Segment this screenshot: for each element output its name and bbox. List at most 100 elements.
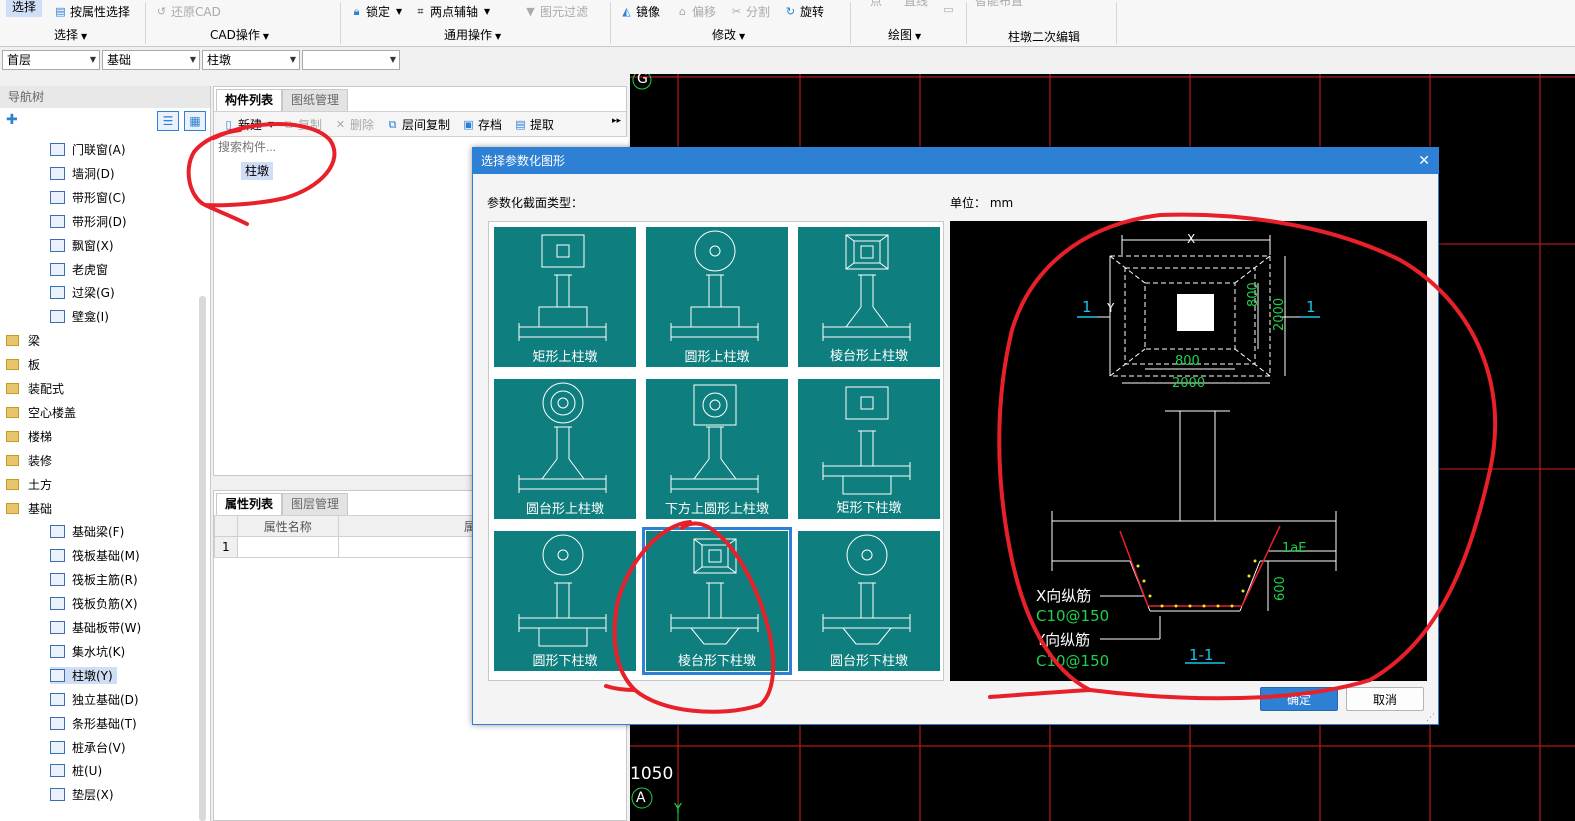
element-filter-button[interactable]: ▼ 图元过滤 xyxy=(524,3,588,20)
ribbon-separator xyxy=(340,2,341,44)
tab-layer-management[interactable]: 图层管理 xyxy=(282,493,349,515)
more-icon[interactable]: ▸▸ xyxy=(612,116,621,126)
nav-tree-item[interactable]: 壁龛(I) xyxy=(50,308,113,325)
line-button[interactable]: 直线 xyxy=(904,0,928,9)
nav-tree-item[interactable]: 独立基础(D) xyxy=(50,691,143,708)
type-combo[interactable]: 柱墩 ▼ xyxy=(202,50,300,70)
mirror-button[interactable]: ◭ 镜像 xyxy=(620,3,660,20)
dormer-icon xyxy=(50,262,65,276)
group-draw-label[interactable]: 绘图 ▼ xyxy=(888,26,921,43)
strip-opening-icon xyxy=(50,214,65,228)
shape-option-tile[interactable]: 圆台形上柱墩 xyxy=(494,379,636,519)
dim-2000-side: 2000 xyxy=(1272,297,1287,331)
lock-button[interactable]: 🔒︎ 锁定 ▼ xyxy=(350,3,403,20)
shape-option-tile[interactable]: 圆形上柱墩 xyxy=(646,227,788,367)
shape-option-tile[interactable]: 下方上圆形上柱墩 xyxy=(646,379,788,519)
nav-folder-item[interactable]: 基础 xyxy=(6,500,56,517)
nav-tree-item[interactable]: 过梁(G) xyxy=(50,284,119,301)
nav-tree-item[interactable]: 基础板带(W) xyxy=(50,619,145,636)
nav-tree-item[interactable]: 老虎窗 xyxy=(50,261,112,278)
grid-view-icon[interactable]: ▦ xyxy=(184,111,206,131)
nav-folder-item[interactable]: 楼梯 xyxy=(6,428,56,445)
row-index: 1 xyxy=(214,536,238,558)
smart-layout-button[interactable]: 智能布置 xyxy=(975,0,1023,9)
select-button[interactable]: 选择 xyxy=(6,0,43,17)
nav-tree-item[interactable]: 带形洞(D) xyxy=(50,213,131,230)
tab-component-list[interactable]: 构件列表 xyxy=(216,89,283,111)
nav-folder-item[interactable]: 土方 xyxy=(6,476,56,493)
shape-option-label: 圆台形上柱墩 xyxy=(525,502,604,517)
list-view-icon[interactable]: ☰ xyxy=(157,111,179,131)
nav-tree-item[interactable]: 柱墩(Y) xyxy=(50,666,117,684)
delete-icon: ✕ xyxy=(335,118,346,131)
nav-tree-item[interactable]: 集水坑(K) xyxy=(50,643,129,660)
copy-button[interactable]: ⧉ 复制 xyxy=(282,116,322,133)
archive-button[interactable]: ▣ 存档 xyxy=(462,116,502,133)
shape-option-tile[interactable]: 矩形下柱墩 xyxy=(798,379,940,519)
strip-window-icon xyxy=(50,190,65,204)
category-combo[interactable]: 基础 ▼ xyxy=(102,50,200,70)
restore-cad-button[interactable]: ↺ 还原CAD xyxy=(155,3,221,20)
ribbon-separator xyxy=(850,2,851,44)
group-modify-label[interactable]: 修改 ▼ xyxy=(712,26,745,43)
nav-item-label: 筏板负筋(X) xyxy=(72,597,138,612)
nav-folder-item[interactable]: 装修 xyxy=(6,452,56,469)
raft-main-rebar-icon xyxy=(50,573,65,587)
nav-tree-item[interactable]: 飘窗(X) xyxy=(50,237,118,254)
offset-button[interactable]: ⌂ 偏移 xyxy=(676,3,716,20)
new-button[interactable]: ▯ 新建 ▼ xyxy=(222,116,274,133)
shape-option-tile[interactable]: 棱台形下柱墩 xyxy=(642,527,792,675)
y-bar-value: C10@150 xyxy=(1036,652,1110,670)
nav-tree-item[interactable]: 桩承台(V) xyxy=(50,739,130,756)
sump-pit-icon xyxy=(50,644,65,658)
component-combo[interactable]: ▼ xyxy=(302,50,400,70)
nav-tree-item[interactable]: 垫层(X) xyxy=(50,786,118,803)
nav-tree-item[interactable]: 桩(U) xyxy=(50,762,106,779)
nav-item-label: 梁 xyxy=(28,334,41,349)
nav-tree-item[interactable]: 筏板基础(M) xyxy=(50,547,144,564)
add-pin-icon[interactable]: ✚ xyxy=(6,112,18,128)
tab-drawing-management[interactable]: 图纸管理 xyxy=(282,89,349,111)
nav-folder-item[interactable]: 空心楼盖 xyxy=(6,404,80,421)
shape-option-label: 圆台形下柱墩 xyxy=(829,654,908,669)
nav-folder-item[interactable]: 梁 xyxy=(6,332,44,349)
group-select-label[interactable]: 选择 ▼ xyxy=(54,26,87,43)
split-icon: ✂ xyxy=(731,5,742,18)
nav-tree-item[interactable]: 基础梁(F) xyxy=(50,523,128,540)
shape-option-tile[interactable]: 矩形上柱墩 xyxy=(494,227,636,367)
cancel-button[interactable]: 取消 xyxy=(1346,687,1424,711)
group-cad-label[interactable]: CAD操作 ▼ xyxy=(210,26,269,43)
extract-button[interactable]: ▤ 提取 xyxy=(514,116,554,133)
tab-property-list[interactable]: 属性列表 xyxy=(216,493,283,515)
resize-grip-icon[interactable]: ⋰ xyxy=(1426,713,1435,723)
nav-tree-item[interactable]: 筏板负筋(X) xyxy=(50,595,142,612)
shape-option-tile[interactable]: 圆台形下柱墩 xyxy=(798,531,940,671)
close-icon[interactable]: ✕ xyxy=(1418,148,1430,174)
group-common-label[interactable]: 通用操作 ▼ xyxy=(444,26,501,43)
point-button[interactable]: 点 xyxy=(870,0,882,9)
nav-tree-item[interactable]: 条形基础(T) xyxy=(50,715,141,732)
nav-tree-item[interactable]: 筏板主筋(R) xyxy=(50,571,142,588)
two-point-axis-button[interactable]: ⌗ 两点辅轴 ▼ xyxy=(414,3,490,20)
shape-option-tile[interactable]: 圆形下柱墩 xyxy=(494,531,636,671)
split-button[interactable]: ✂ 分割 xyxy=(730,3,770,20)
shape-option-tile[interactable]: 棱台形上柱墩 xyxy=(798,227,940,367)
nav-tree-item[interactable]: 带形窗(C) xyxy=(50,189,130,206)
property-name-cell[interactable] xyxy=(236,536,339,558)
component-item-pier[interactable]: 柱墩 xyxy=(241,162,274,180)
ok-button[interactable]: 确定 xyxy=(1260,687,1338,711)
nav-scrollbar[interactable] xyxy=(199,296,206,821)
floor-combo[interactable]: 首层 ▼ xyxy=(2,50,100,70)
delete-button[interactable]: ✕ 删除 xyxy=(334,116,374,133)
ribbon-toolbar: 选择 ▤ 按属性选择 选择 ▼ ↺ 还原CAD CAD操作 ▼ 🔒︎ 锁定 ▼ ⌗ 两点辅轴 ▼… xyxy=(0,0,1575,47)
nav-tree-item[interactable]: 门联窗(A) xyxy=(50,141,130,158)
nav-folder-item[interactable]: 板 xyxy=(6,356,44,373)
rectangle-button[interactable]: ▭ xyxy=(942,3,955,16)
copy-between-floors-button[interactable]: ⧉ 层间复制 xyxy=(386,116,450,133)
wall-opening-icon xyxy=(50,166,65,180)
nav-tree-item[interactable]: 墙洞(D) xyxy=(50,165,119,182)
nav-folder-item[interactable]: 装配式 xyxy=(6,380,68,397)
rotate-button[interactable]: ↻ 旋转 xyxy=(784,3,824,20)
index-header xyxy=(214,515,238,537)
select-by-property-button[interactable]: ▤ 按属性选择 xyxy=(54,3,130,20)
